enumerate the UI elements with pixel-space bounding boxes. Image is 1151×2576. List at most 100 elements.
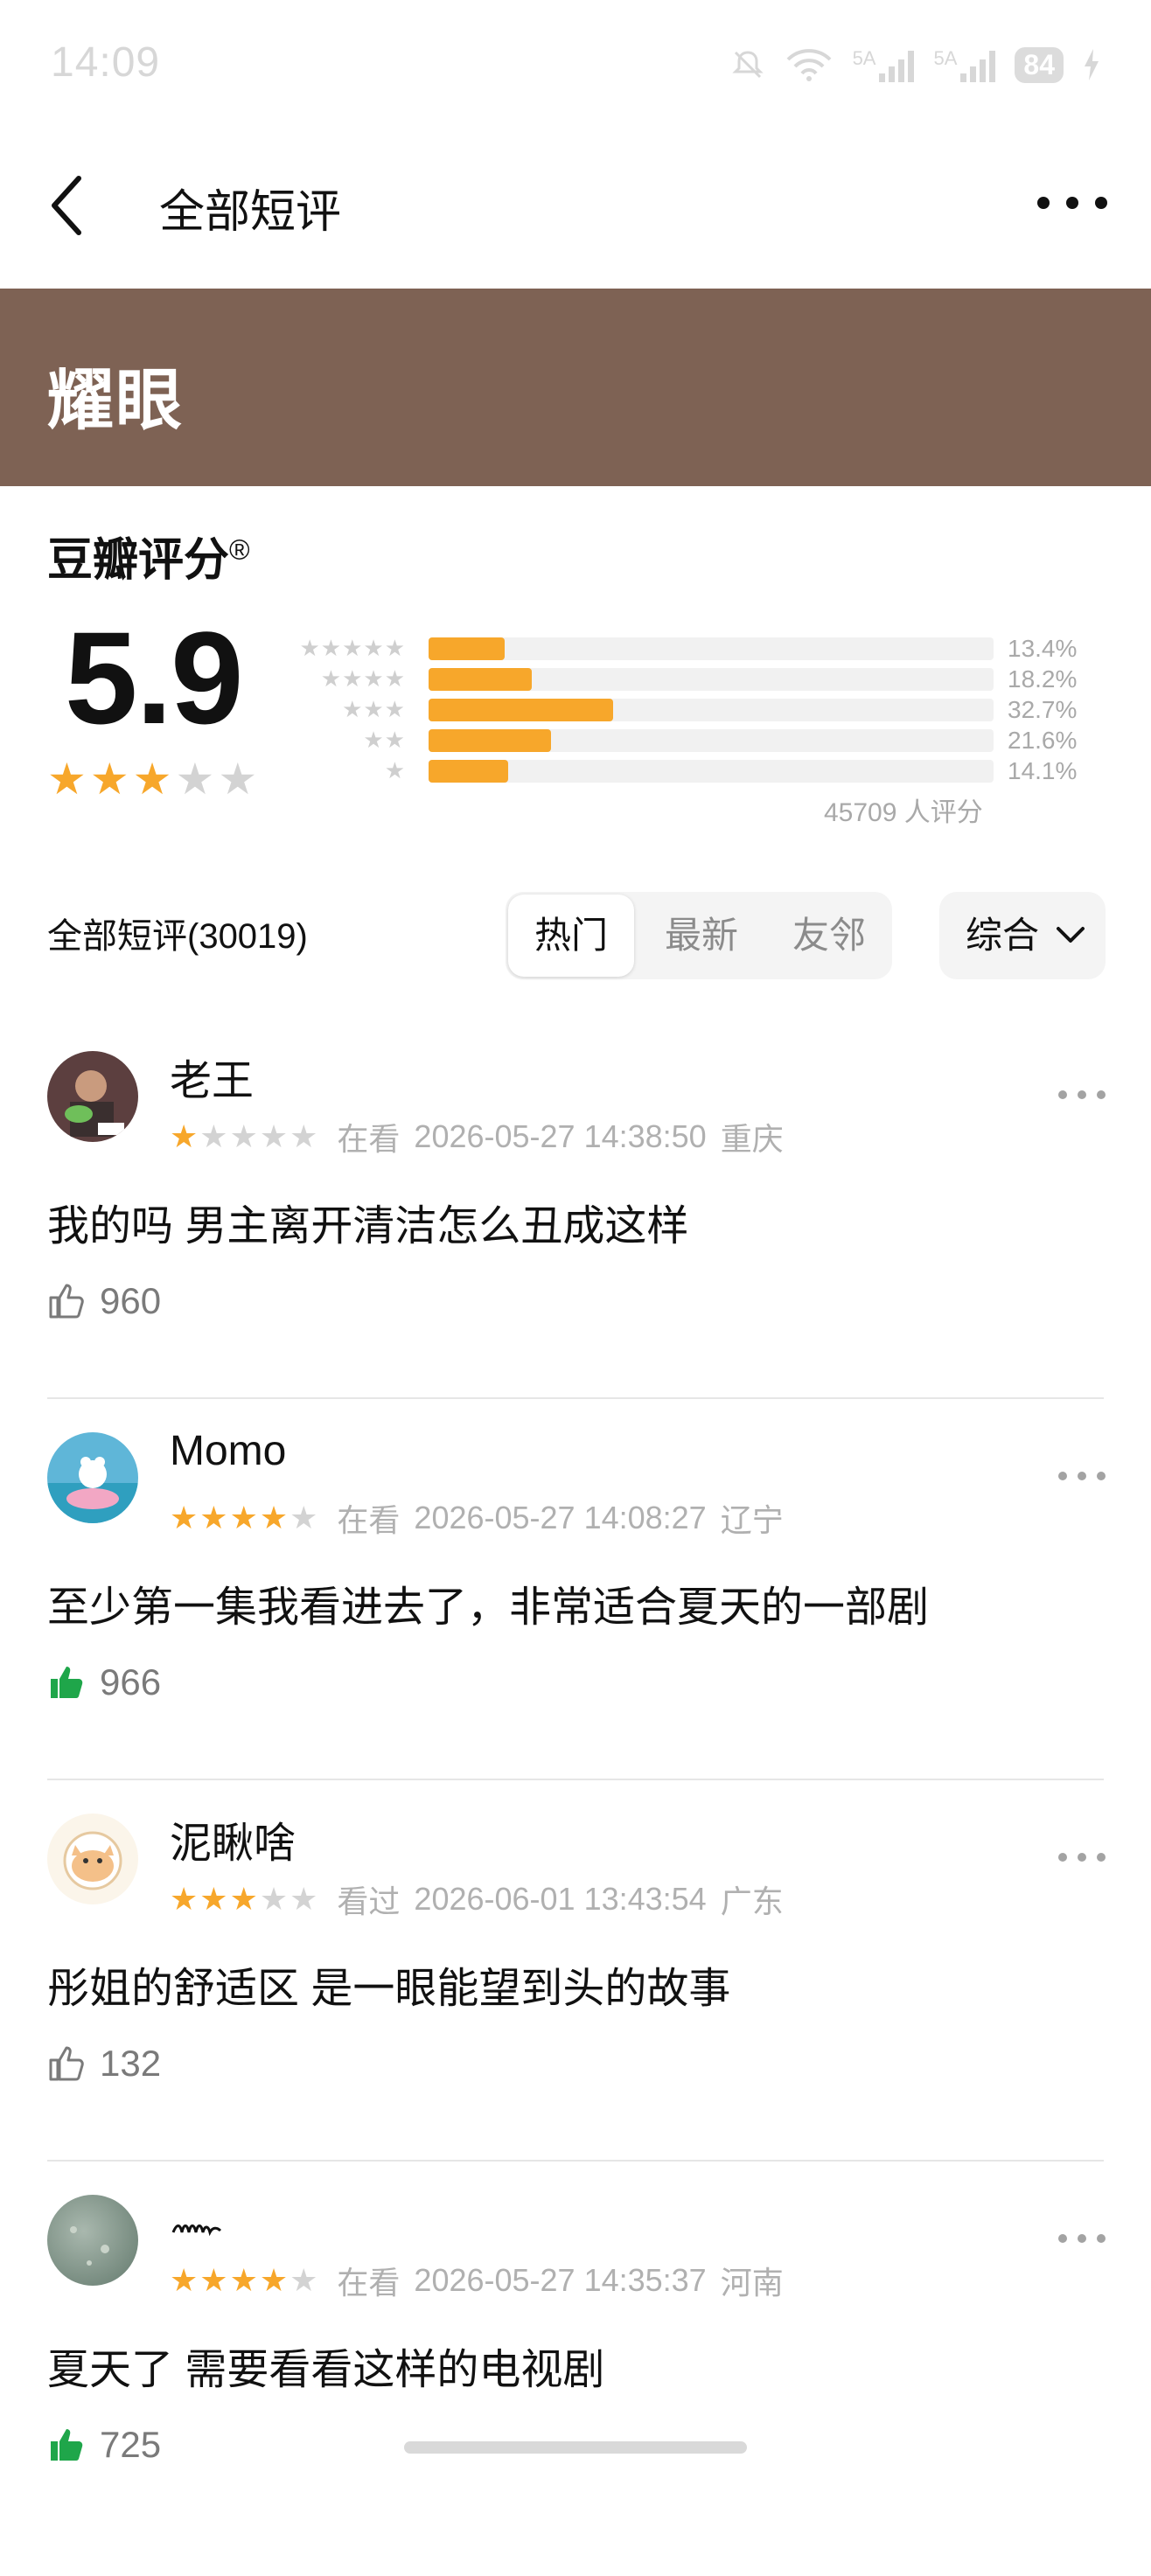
- avatar[interactable]: [47, 1432, 138, 1523]
- signal-bars-icon: [960, 47, 996, 82]
- more-dot-icon: [1058, 1472, 1067, 1480]
- review-stars: ★ ★ ★ ★ ★: [170, 1502, 317, 1534]
- distribution-bar: [429, 637, 505, 660]
- show-title: 耀眼: [47, 364, 184, 438]
- more-dot-icon: [1095, 197, 1107, 209]
- more-dot-icon: [1066, 197, 1078, 209]
- star-filled-icon: ★: [132, 755, 172, 804]
- distribution-stars: ★★★★: [320, 665, 406, 692]
- back-button[interactable]: [42, 166, 94, 245]
- tab-friends[interactable]: 友邻: [766, 892, 892, 979]
- divider: [47, 1779, 1104, 1780]
- more-dot-icon: [1097, 1090, 1106, 1099]
- mute-icon: [731, 51, 764, 79]
- distribution-row: ★★★ 32.7%: [289, 694, 1093, 725]
- watch-status: 在看: [337, 1502, 401, 1538]
- star-filled-icon: ★: [229, 1500, 258, 1535]
- avatar[interactable]: [47, 2195, 138, 2286]
- distribution-track: [429, 729, 994, 752]
- star-empty-icon: ★: [289, 1881, 318, 1917]
- star-filled-icon: ★: [259, 1500, 289, 1535]
- like-button[interactable]: 960: [47, 1280, 161, 1322]
- like-button[interactable]: 725: [47, 2424, 161, 2466]
- distribution-row: ★★★★★ 13.4%: [289, 633, 1093, 664]
- home-indicator[interactable]: [404, 2441, 747, 2454]
- review-more-button[interactable]: [1058, 1467, 1106, 1485]
- avatar[interactable]: [47, 1051, 138, 1142]
- review-item: ★ ★ ★ ★ ★ 在看 2026-05-27 14:35:37 河南 夏天了 需要看看…: [0, 2195, 1151, 2576]
- page-title: 全部短评: [159, 187, 342, 238]
- review-item: 老王 ★ ★ ★ ★ ★ 在看 2026-05-27 14:38:50 重庆 我的吗 男…: [0, 1051, 1151, 1432]
- distribution-row: ★★ 21.6%: [289, 725, 1093, 755]
- status-bar: 14:09 5A 5A 84: [0, 0, 1151, 131]
- star-filled-icon: ★: [259, 2262, 289, 2298]
- star-filled-icon: ★: [170, 1118, 199, 1154]
- review-item: Momo ★ ★ ★ ★ ★ 在看 2026-05-27 14:08:27 辽宁 至少第…: [0, 1428, 1151, 1814]
- distribution-percent: 14.1%: [1008, 757, 1078, 784]
- star-filled-icon: ★: [199, 1881, 228, 1917]
- star-filled-icon: ★: [229, 1881, 258, 1917]
- star-empty-icon: ★: [199, 1118, 228, 1154]
- handwritten-name-icon: [171, 2224, 222, 2237]
- distribution-track: [429, 699, 994, 721]
- review-tabs: 热门 最新 友邻: [506, 892, 892, 979]
- thumbs-up-icon: [49, 2046, 84, 2081]
- more-dot-icon: [1097, 1853, 1106, 1862]
- star-filled-icon: ★: [170, 2262, 199, 2298]
- review-location: 重庆: [720, 1121, 784, 1157]
- like-button[interactable]: 966: [47, 1661, 161, 1703]
- like-button[interactable]: 132: [47, 2043, 161, 2085]
- distribution-percent: 32.7%: [1008, 696, 1078, 723]
- distribution-percent: 13.4%: [1008, 635, 1078, 662]
- star-filled-icon: ★: [199, 2262, 228, 2298]
- review-stars: ★ ★ ★ ★ ★: [170, 2265, 317, 2296]
- battery-level: 84: [1015, 46, 1064, 83]
- review-more-button[interactable]: [1058, 1848, 1106, 1866]
- review-more-button[interactable]: [1058, 2230, 1106, 2247]
- review-date: 2026-05-27 14:35:37: [414, 2262, 707, 2298]
- distribution-row: ★ 14.1%: [289, 755, 1093, 786]
- status-icons: 5A 5A 84: [730, 38, 1100, 91]
- star-filled-icon: ★: [170, 1500, 199, 1535]
- rating-label: 豆瓣评分®: [47, 533, 250, 586]
- distribution-stars: ★: [384, 757, 406, 783]
- tab-latest[interactable]: 最新: [638, 892, 764, 979]
- avatar[interactable]: [47, 1814, 138, 1904]
- more-options-button[interactable]: [1037, 185, 1107, 220]
- more-dot-icon: [1058, 2234, 1067, 2243]
- reviewer-name[interactable]: Momo: [170, 1427, 286, 1475]
- divider: [47, 1397, 1104, 1399]
- like-count: 966: [100, 1661, 162, 1702]
- thumbs-up-icon: [51, 1667, 83, 1698]
- distribution-stars: ★★★★★: [299, 635, 406, 661]
- watch-status: 在看: [337, 2265, 401, 2301]
- more-dot-icon: [1078, 1853, 1086, 1862]
- reviewer-name[interactable]: 老王: [170, 1046, 254, 1107]
- reviewer-name[interactable]: [170, 2190, 231, 2238]
- watch-status: 看过: [337, 1883, 401, 1919]
- like-count: 132: [100, 2043, 162, 2084]
- distribution-bar: [429, 760, 509, 783]
- charging-icon: [1085, 49, 1099, 80]
- tab-hot[interactable]: 热门: [508, 895, 634, 977]
- more-dot-icon: [1037, 197, 1050, 209]
- review-location: 广东: [720, 1883, 784, 1919]
- reviewer-name[interactable]: 泥瞅啥: [170, 1808, 296, 1869]
- signal-bars-icon: [879, 47, 915, 82]
- sort-dropdown[interactable]: 综合: [939, 892, 1106, 979]
- distribution-row: ★★★★ 18.2%: [289, 664, 1093, 694]
- review-date: 2026-05-27 14:38:50: [414, 1118, 707, 1154]
- thumbs-up-icon: [51, 2429, 83, 2461]
- like-count: 725: [100, 2424, 162, 2465]
- review-text: 夏天了 需要看看这样的电视剧: [47, 2347, 605, 2393]
- signal-1: 5A: [853, 47, 915, 82]
- review-meta: ★ ★ ★ ★ ★ 看过 2026-06-01 13:43:54 广东: [170, 1876, 798, 1922]
- review-location: 辽宁: [720, 1502, 784, 1538]
- star-filled-icon: ★: [89, 755, 129, 804]
- distribution-track: [429, 760, 994, 783]
- review-more-button[interactable]: [1058, 1086, 1106, 1104]
- distribution-bar: [429, 699, 614, 721]
- star-empty-icon: ★: [259, 1118, 289, 1154]
- distribution-percent: 18.2%: [1008, 665, 1078, 693]
- distribution-stars: ★★: [363, 727, 406, 753]
